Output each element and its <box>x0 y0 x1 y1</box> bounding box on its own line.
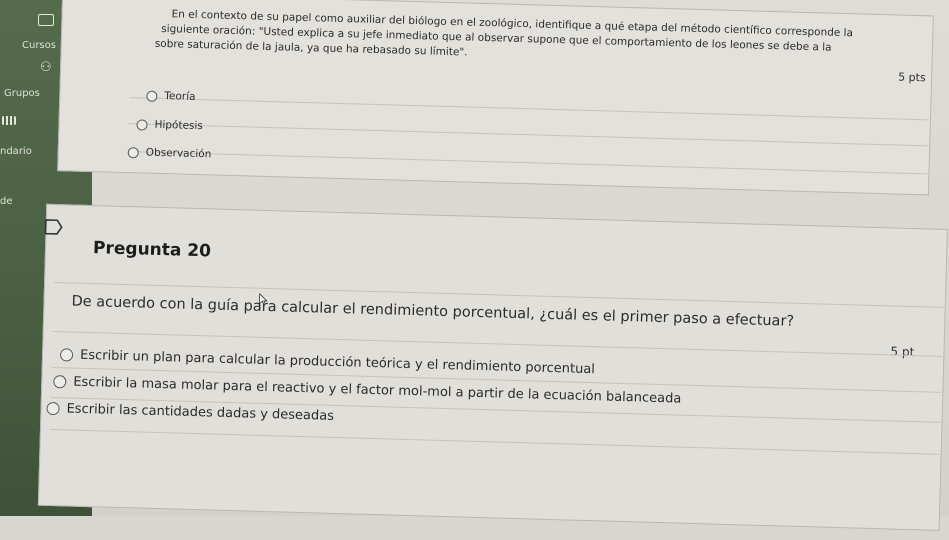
question-20-points: 5 pt <box>890 344 915 360</box>
groups-icon[interactable] <box>40 60 54 76</box>
flag-question-icon[interactable] <box>43 219 63 236</box>
courses-icon[interactable] <box>38 14 54 26</box>
quiz-content-area: En el contexto de su papel como auxiliar… <box>37 0 949 531</box>
question-19-points: 5 pts <box>897 70 926 85</box>
mouse-cursor-icon <box>259 293 268 306</box>
question-20-title: Pregunta 20 <box>92 238 212 262</box>
option-label: Hipótesis <box>154 118 204 133</box>
sidebar-item-groups[interactable]: Grupos <box>4 88 40 99</box>
option-teoria[interactable]: Teoría <box>146 90 196 103</box>
radio-button[interactable] <box>136 118 148 131</box>
sidebar-item-more[interactable]: de <box>0 196 13 207</box>
radio-button[interactable] <box>59 348 74 362</box>
calendar-icon[interactable] <box>2 116 16 125</box>
radio-button[interactable] <box>146 90 158 102</box>
option-observacion[interactable]: Observación <box>127 146 212 161</box>
sidebar-item-calendar[interactable]: ndario <box>0 146 32 157</box>
option-label: Teoría <box>164 90 196 103</box>
option-hipotesis[interactable]: Hipótesis <box>136 118 203 132</box>
radio-button[interactable] <box>46 401 60 416</box>
sidebar-item-courses[interactable]: Cursos <box>22 40 56 51</box>
radio-button[interactable] <box>127 146 139 158</box>
option-label: Observación <box>145 146 212 161</box>
radio-button[interactable] <box>53 375 67 389</box>
